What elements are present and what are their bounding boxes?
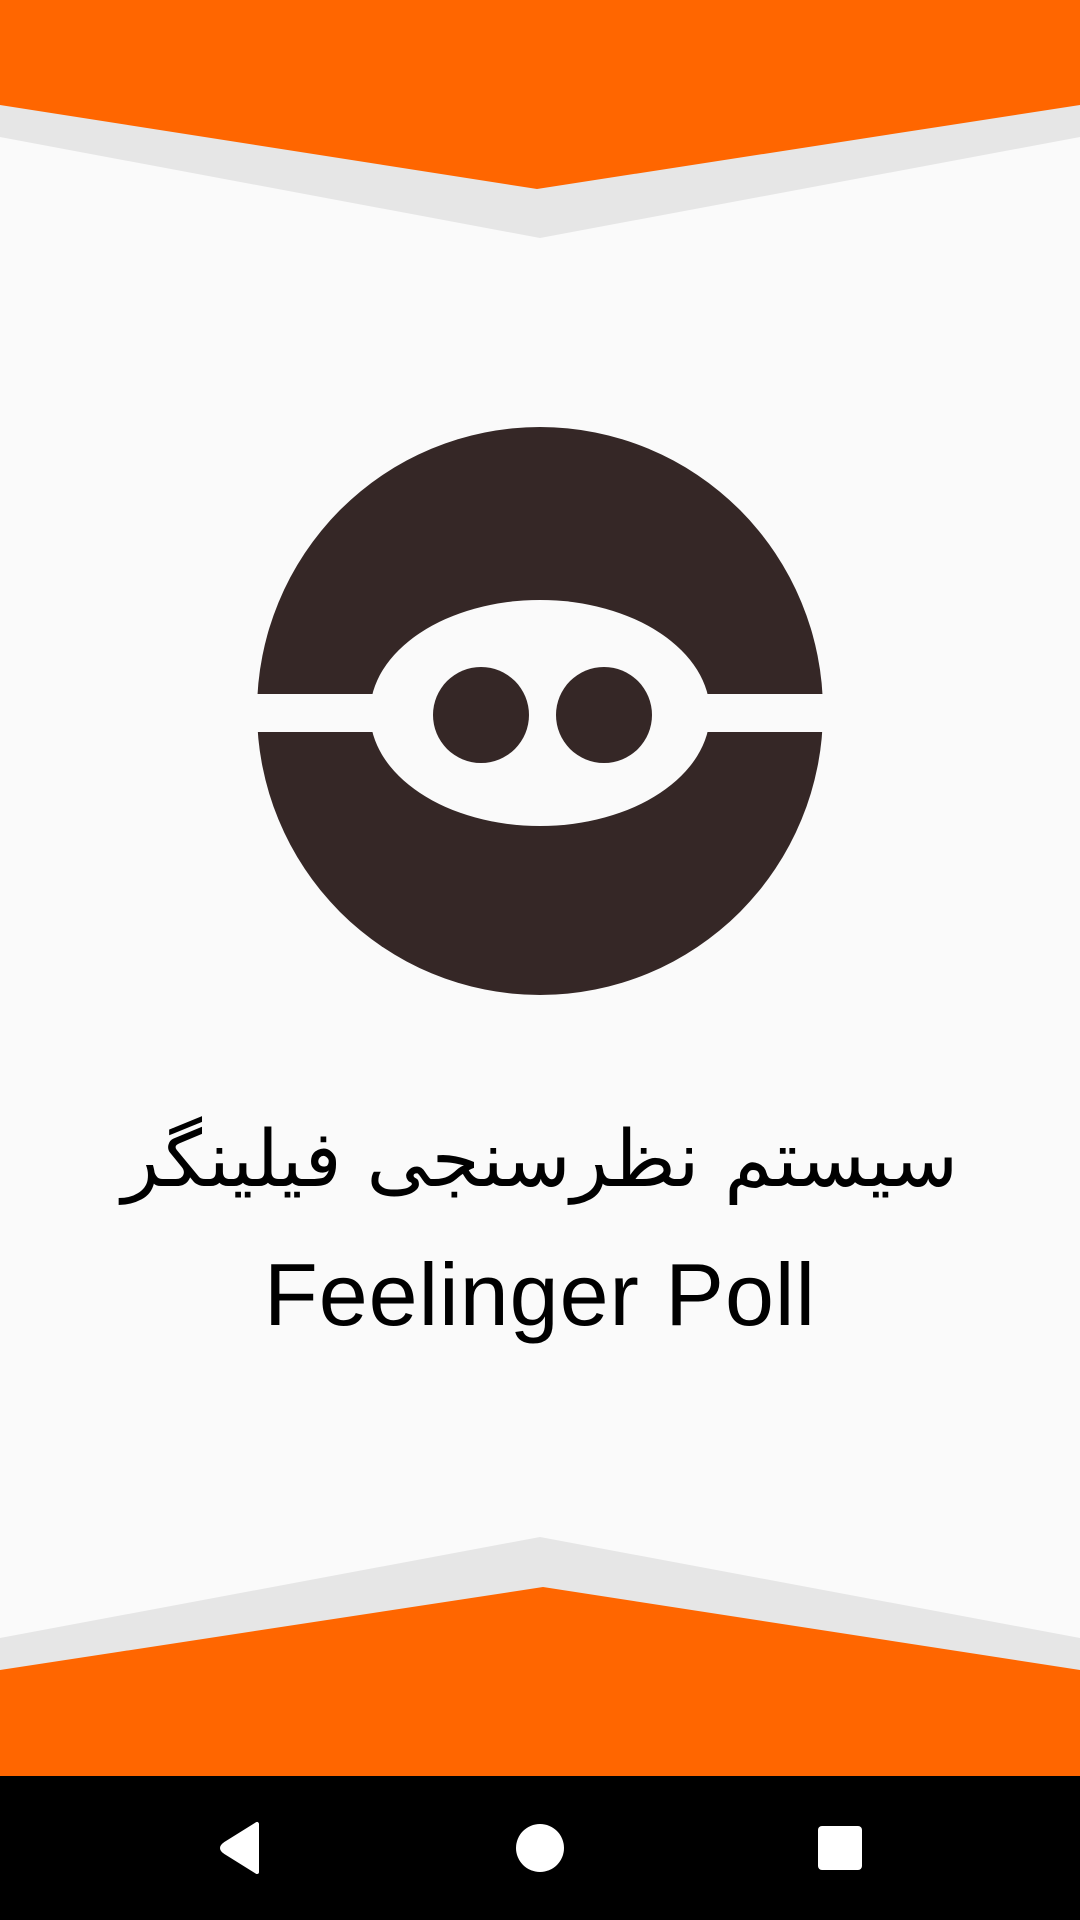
back-button[interactable] bbox=[200, 1808, 280, 1888]
app-title-persian: سیستم نظرسنجی فیلینگر bbox=[121, 1115, 959, 1205]
home-circle-icon bbox=[516, 1824, 564, 1872]
feelinger-logo-icon bbox=[255, 426, 825, 996]
top-chevron-banner bbox=[0, 0, 1080, 245]
recents-button[interactable] bbox=[800, 1808, 880, 1888]
home-button[interactable] bbox=[500, 1808, 580, 1888]
system-navigation-bar bbox=[0, 1776, 1080, 1920]
bottom-chevron-banner bbox=[0, 1530, 1080, 1776]
app-title-english: Feelinger Poll bbox=[263, 1245, 817, 1344]
recents-square-icon bbox=[818, 1826, 862, 1870]
splash-screen: سیستم نظرسنجی فیلینگر Feelinger Poll bbox=[0, 0, 1080, 1920]
back-triangle-icon bbox=[220, 1822, 259, 1874]
